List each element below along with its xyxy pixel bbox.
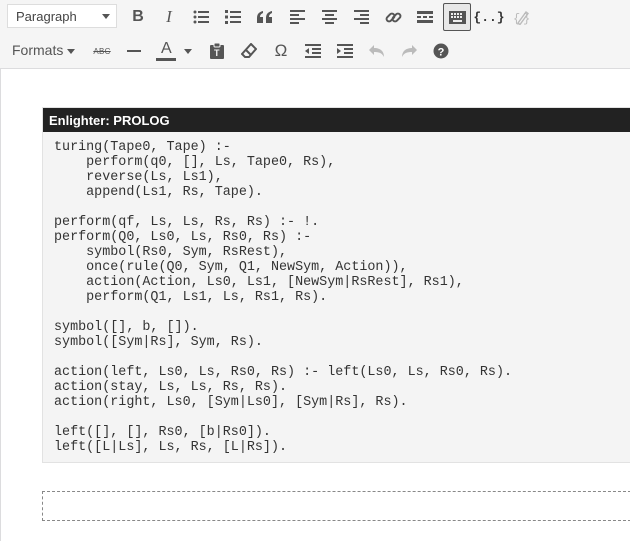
text-color-glyph: A bbox=[161, 40, 172, 57]
align-left-icon[interactable] bbox=[283, 3, 311, 31]
indent-icon[interactable] bbox=[331, 37, 359, 65]
numbered-list-icon[interactable] bbox=[219, 3, 247, 31]
strikethrough-icon[interactable]: ABC bbox=[88, 37, 116, 65]
editor-toolbar: Paragraph B I {..} {} Formats ABC A T Ω… bbox=[0, 0, 630, 69]
special-character-icon[interactable]: Ω bbox=[267, 37, 295, 65]
empty-paragraph-placeholder[interactable] bbox=[42, 491, 630, 521]
help-icon[interactable]: ? bbox=[427, 37, 455, 65]
toolbar-toggle-icon[interactable] bbox=[443, 3, 471, 31]
align-center-icon[interactable] bbox=[315, 3, 343, 31]
link-icon[interactable] bbox=[379, 3, 407, 31]
paragraph-format-select[interactable]: Paragraph bbox=[7, 4, 117, 28]
read-more-icon[interactable] bbox=[411, 3, 439, 31]
code-block-header: Enlighter: PROLOG bbox=[43, 108, 630, 132]
formats-label: Formats bbox=[12, 42, 64, 58]
chevron-down-icon bbox=[67, 48, 76, 54]
code-content[interactable]: turing(Tape0, Tape) :- perform(q0, [], L… bbox=[54, 140, 512, 455]
svg-text:?: ? bbox=[438, 47, 445, 59]
code-edit-icon[interactable]: {} bbox=[507, 3, 535, 31]
clear-formatting-icon[interactable] bbox=[235, 37, 263, 65]
paragraph-format-value: Paragraph bbox=[16, 9, 77, 24]
toolbar-row-1: Paragraph B I {..} {} bbox=[0, 0, 630, 34]
undo-icon[interactable] bbox=[363, 37, 391, 65]
text-color-dropdown-icon[interactable] bbox=[178, 37, 198, 65]
horizontal-line-icon[interactable] bbox=[120, 37, 148, 65]
bulleted-list-icon[interactable] bbox=[187, 3, 215, 31]
align-right-icon[interactable] bbox=[347, 3, 375, 31]
formats-dropdown[interactable]: Formats bbox=[12, 42, 76, 58]
enlighter-code-block[interactable]: Enlighter: PROLOG turing(Tape0, Tape) :-… bbox=[42, 107, 630, 463]
paste-as-text-icon[interactable]: T bbox=[203, 37, 231, 65]
svg-text:T: T bbox=[214, 48, 220, 58]
chevron-down-icon bbox=[102, 14, 110, 19]
outdent-icon[interactable] bbox=[299, 37, 327, 65]
redo-icon[interactable] bbox=[395, 37, 423, 65]
bold-icon[interactable]: B bbox=[124, 3, 152, 31]
text-color-icon[interactable]: A bbox=[152, 37, 180, 65]
blockquote-icon[interactable] bbox=[251, 3, 279, 31]
editor-content-area[interactable]: Enlighter: PROLOG turing(Tape0, Tape) :-… bbox=[0, 69, 630, 541]
italic-icon[interactable]: I bbox=[155, 3, 183, 31]
toolbar-row-2: Formats ABC A T Ω ? bbox=[0, 34, 630, 68]
code-icon[interactable]: {..} bbox=[473, 3, 504, 31]
